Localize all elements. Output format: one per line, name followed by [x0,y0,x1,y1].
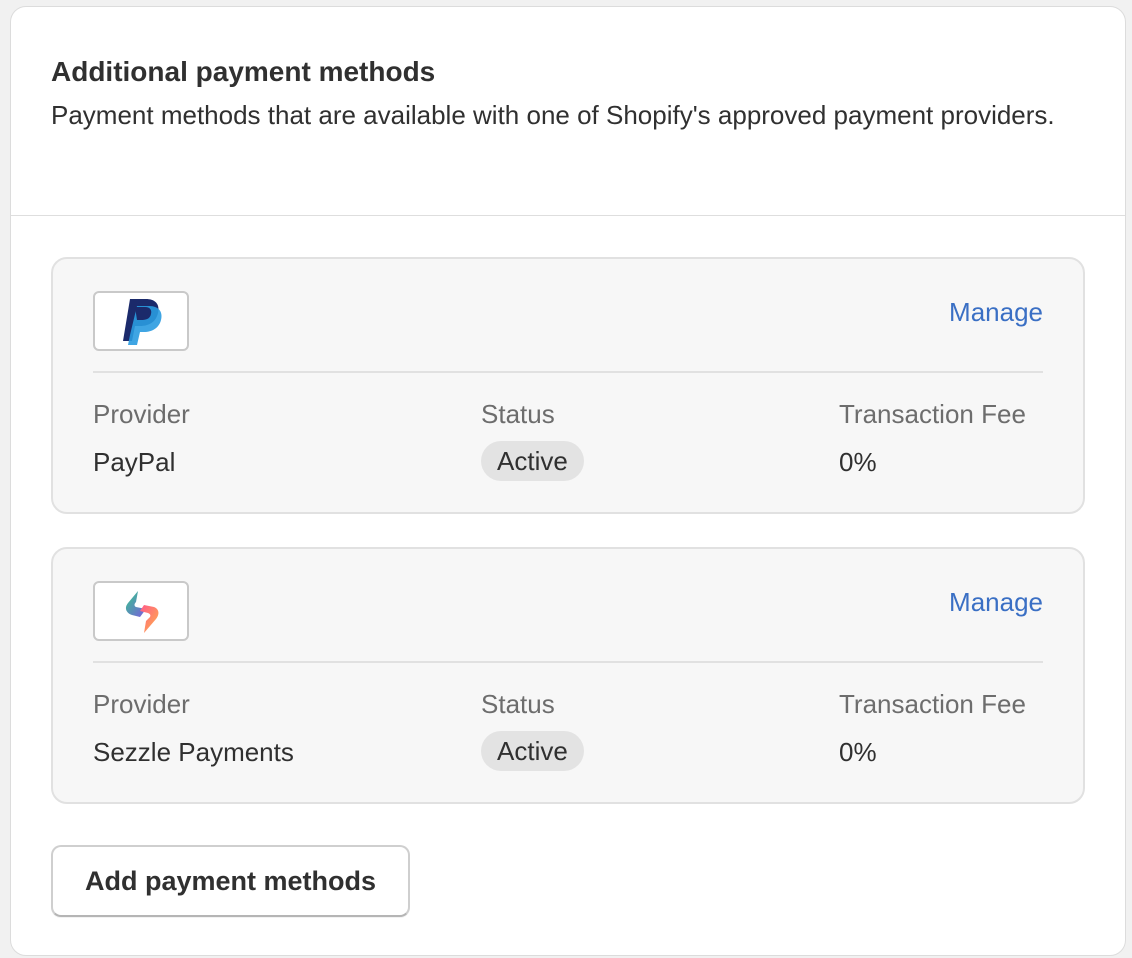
manage-link-paypal[interactable]: Manage [949,297,1043,328]
provider-name: PayPal [93,447,176,477]
provider-label: Provider [93,399,190,429]
sezzle-logo-icon [93,581,189,641]
divider [93,661,1043,663]
manage-link-sezzle[interactable]: Manage [949,587,1043,618]
payment-method-paypal: Manage Provider Status Transaction Fee P… [51,257,1085,514]
status-label: Status [481,399,555,429]
status-badge: Active [481,441,584,481]
fee-label: Transaction Fee [839,689,1026,719]
fee-value: 0% [839,737,877,767]
provider-name: Sezzle Payments [93,737,294,767]
payment-methods-card: Additional payment methods Payment metho… [10,6,1126,956]
divider [93,371,1043,373]
fee-value: 0% [839,447,877,477]
provider-label: Provider [93,689,190,719]
paypal-logo-icon [93,291,189,351]
section-description: Payment methods that are available with … [51,100,1055,130]
card-header: Additional payment methods Payment metho… [11,7,1125,216]
status-badge: Active [481,731,584,771]
section-title: Additional payment methods [51,56,436,87]
fee-label: Transaction Fee [839,399,1026,429]
payment-method-sezzle: Manage Provider Status Transaction Fee S… [51,547,1085,804]
status-label: Status [481,689,555,719]
add-payment-methods-button[interactable]: Add payment methods [51,845,411,917]
